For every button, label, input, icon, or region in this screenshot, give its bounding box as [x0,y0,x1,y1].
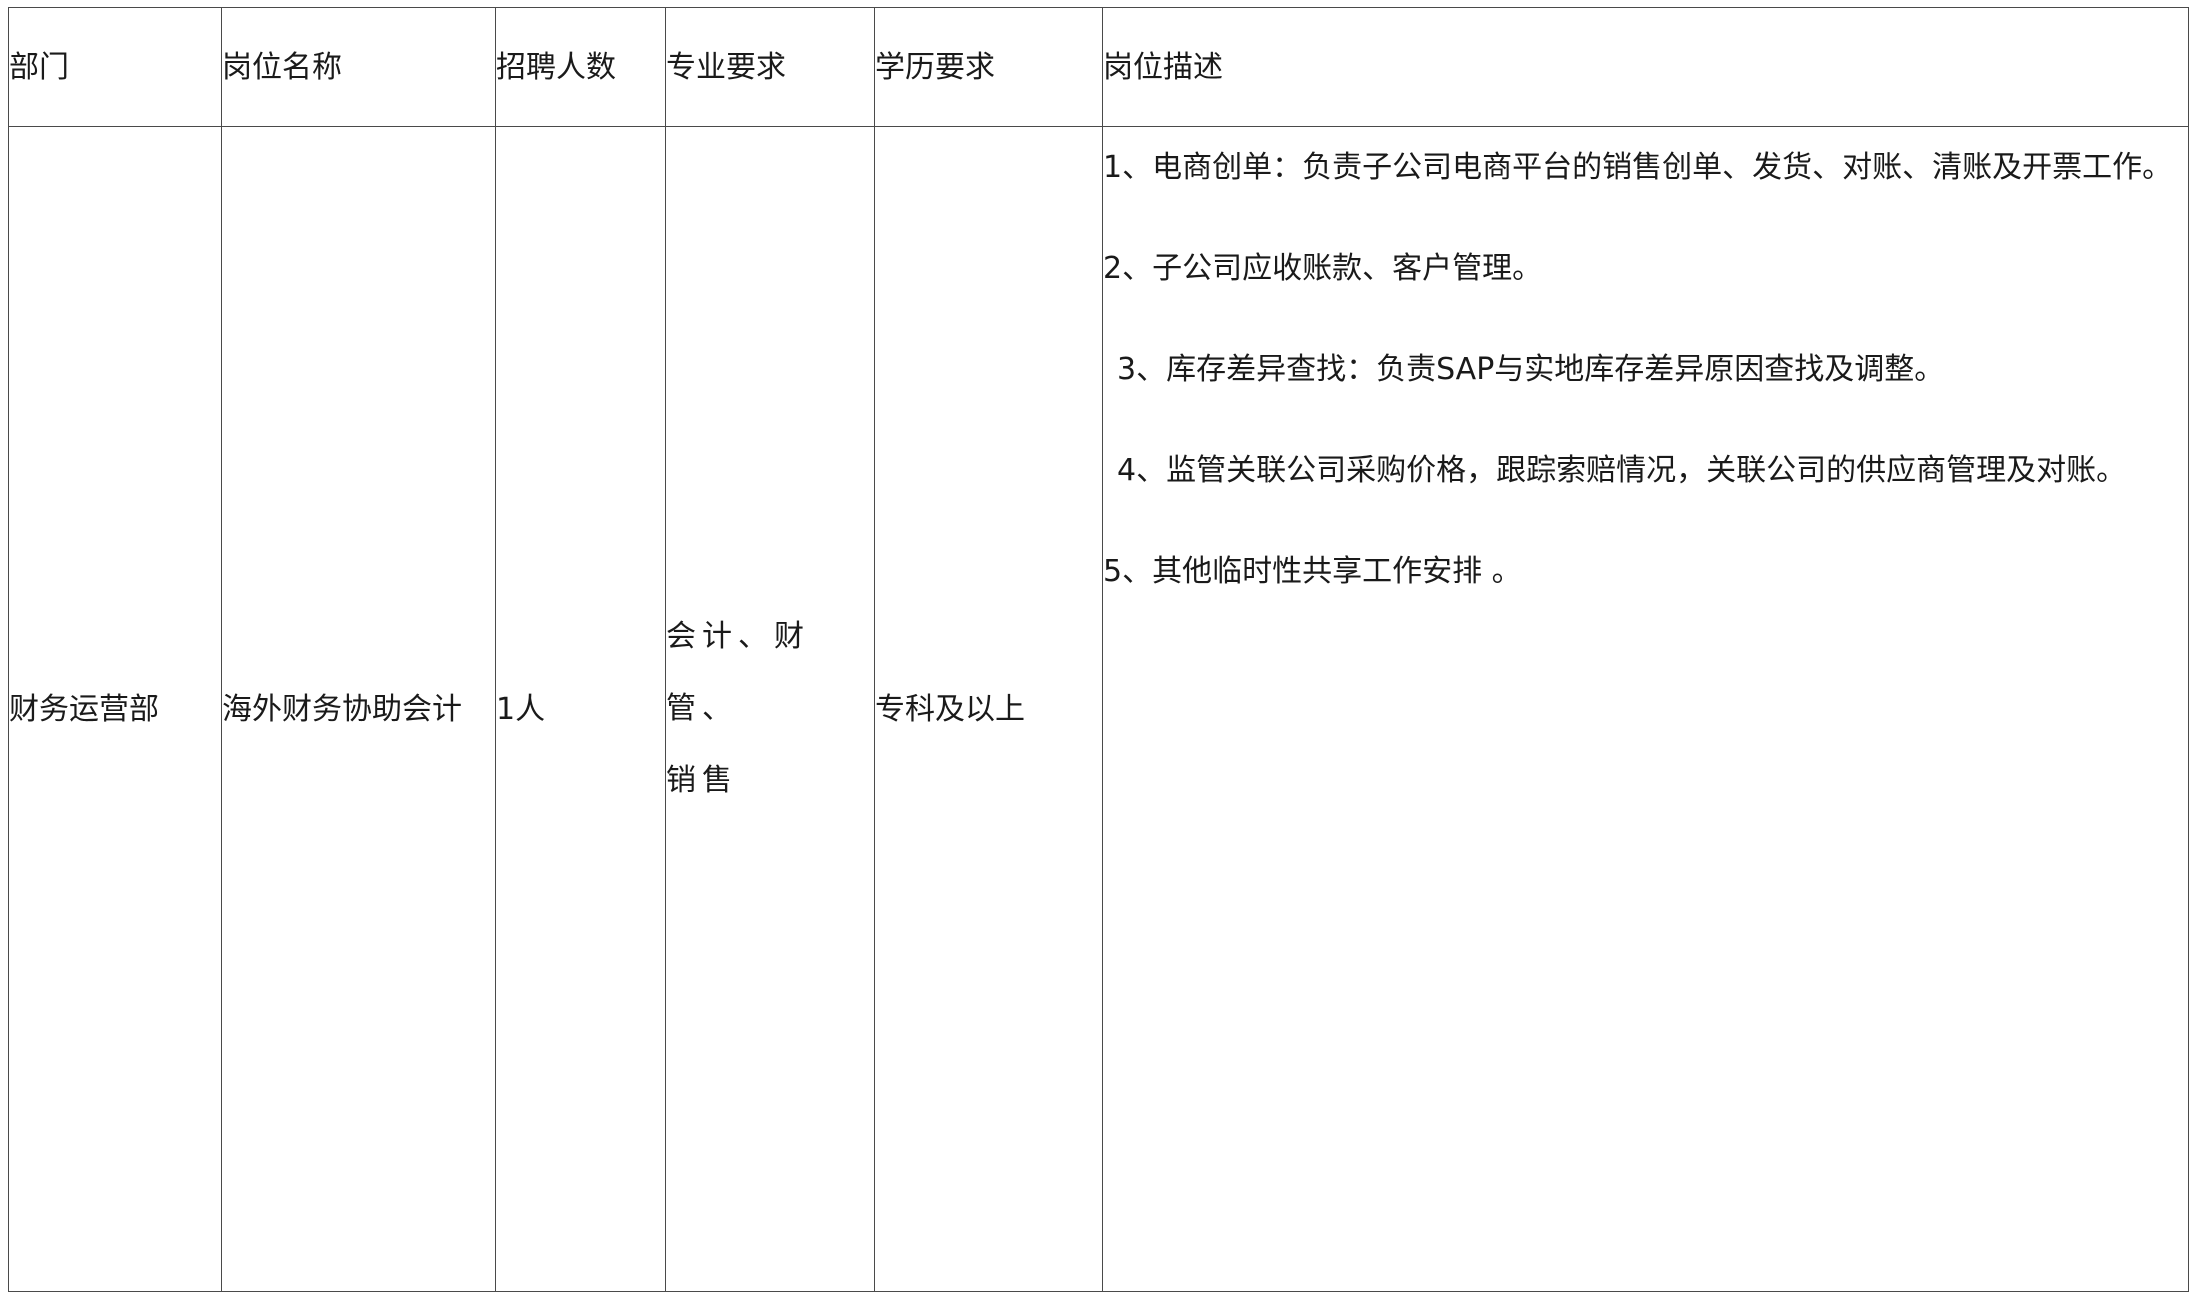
cell-headcount: 1人 [495,126,666,1292]
description-item-3: 3、库存差异查找：负责SAP与实地库存差异原因查找及调整。 [1117,352,1945,387]
cell-description: 1、电商创单：负责子公司电商平台的销售创单、发货、对账、清账及开票工作。 2、子… [1102,126,2189,1292]
description-item-1: 1、电商创单：负责子公司电商平台的销售创单、发货、对账、清账及开票工作。 [1103,150,2173,185]
table-header-row: 部门 岗位名称 招聘人数 专业要求 学历要求 岗位描述 [8,7,2189,127]
header-major: 专业要求 [665,7,875,127]
cell-major: 会计、财管、 销售 [665,126,875,1292]
cell-education: 专科及以上 [874,126,1103,1292]
cell-department: 财务运营部 [8,126,222,1292]
header-description: 岗位描述 [1102,7,2189,127]
header-department: 部门 [8,7,222,127]
header-position: 岗位名称 [221,7,496,127]
major-line-1: 会计、财管、 [666,619,810,726]
job-posting-table: 部门 岗位名称 招聘人数 专业要求 学历要求 岗位描述 财务运营部 海外财务协助… [8,7,2189,1292]
description-item-5: 5、其他临时性共享工作安排 。 [1103,554,1522,589]
description-list: 1、电商创单：负责子公司电商平台的销售创单、发货、对账、清账及开票工作。 2、子… [1103,127,2188,594]
description-item-2: 2、子公司应收账款、客户管理。 [1103,251,1543,286]
description-item-4: 4、监管关联公司采购价格，跟踪索赔情况，关联公司的供应商管理及对账。 [1117,453,2127,488]
major-line-2: 销售 [666,763,738,798]
table-row: 财务运营部 海外财务协助会计 1人 会计、财管、 销售 专科及以上 1、电商创单… [8,126,2189,1292]
header-headcount: 招聘人数 [495,7,666,127]
cell-position: 海外财务协助会计 [221,126,496,1292]
header-education: 学历要求 [874,7,1103,127]
